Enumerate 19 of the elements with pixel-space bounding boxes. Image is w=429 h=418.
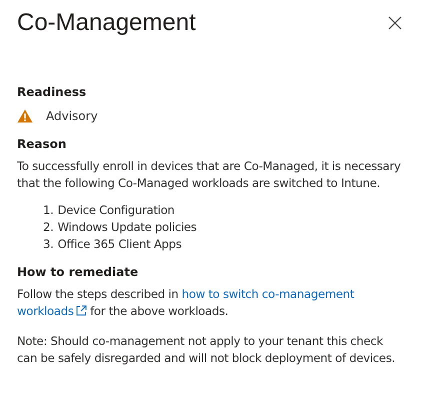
section-heading: How to remediate	[17, 265, 140, 279]
remediation-link[interactable]: how to switch co-management	[182, 287, 354, 301]
list-item: Office 365 Client Apps	[58, 236, 182, 253]
list-item: Windows Update policies	[58, 219, 197, 236]
list-number: 3.	[43, 236, 54, 253]
section-heading: Reason	[17, 137, 68, 151]
list-item: Device Configuration	[58, 202, 175, 219]
panel-title: Co-Management	[17, 9, 196, 37]
note-text: Note: Should co-management not apply to your tenant this check can be safely disregarded and will not block deployment of devices.	[17, 333, 396, 367]
remediation-link[interactable]: workloads	[17, 304, 87, 318]
remediation-text: Follow the steps described in how to switch co-management workloads for the above workloads.	[17, 286, 356, 320]
external-link-icon	[76, 305, 87, 316]
list-number: 1.	[43, 202, 54, 219]
list-number: 2.	[43, 219, 54, 236]
warning-icon	[17, 109, 33, 123]
close-icon	[388, 16, 402, 30]
status-label: Advisory	[46, 109, 98, 123]
section-heading: Readiness	[17, 85, 88, 99]
reason-text: To successfully enroll in devices that are Co-Managed, it is necessary that the following Co-Managed workloads are switched to Intune.	[17, 158, 402, 192]
